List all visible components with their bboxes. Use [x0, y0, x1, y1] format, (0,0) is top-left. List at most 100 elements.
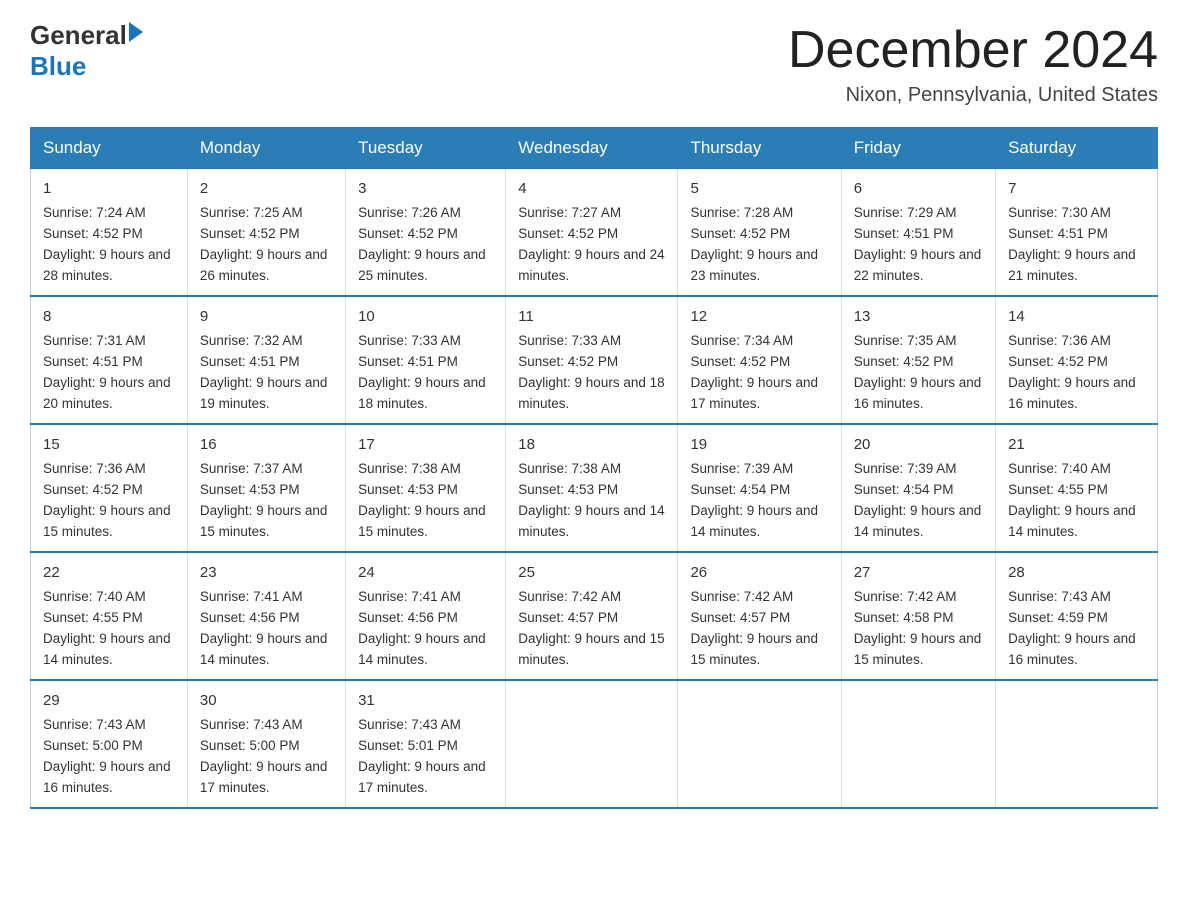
daylight-text: Daylight: 9 hours and 25 minutes.	[358, 245, 493, 287]
header-cell-tuesday: Tuesday	[346, 128, 506, 169]
daylight-text: Daylight: 9 hours and 28 minutes.	[43, 245, 175, 287]
calendar-week-row: 29Sunrise: 7:43 AMSunset: 5:00 PMDayligh…	[31, 680, 1158, 808]
day-number: 28	[1008, 561, 1145, 584]
day-number: 19	[690, 433, 828, 456]
header-cell-saturday: Saturday	[996, 128, 1158, 169]
day-number: 14	[1008, 305, 1145, 328]
header-cell-wednesday: Wednesday	[506, 128, 678, 169]
calendar-day-cell: 5Sunrise: 7:28 AMSunset: 4:52 PMDaylight…	[678, 169, 841, 296]
sunrise-text: Sunrise: 7:36 AM	[1008, 331, 1145, 352]
calendar-day-cell: 9Sunrise: 7:32 AMSunset: 4:51 PMDaylight…	[187, 296, 345, 424]
daylight-text: Daylight: 9 hours and 16 minutes.	[43, 757, 175, 799]
sunset-text: Sunset: 4:53 PM	[358, 480, 493, 501]
day-number: 5	[690, 177, 828, 200]
sunset-text: Sunset: 4:56 PM	[200, 608, 333, 629]
sunrise-text: Sunrise: 7:40 AM	[43, 587, 175, 608]
sunrise-text: Sunrise: 7:41 AM	[200, 587, 333, 608]
day-number: 27	[854, 561, 983, 584]
sunset-text: Sunset: 4:51 PM	[1008, 224, 1145, 245]
daylight-text: Daylight: 9 hours and 23 minutes.	[690, 245, 828, 287]
calendar-day-cell	[996, 680, 1158, 808]
calendar-day-cell: 18Sunrise: 7:38 AMSunset: 4:53 PMDayligh…	[506, 424, 678, 552]
day-number: 16	[200, 433, 333, 456]
sunset-text: Sunset: 4:53 PM	[200, 480, 333, 501]
calendar-title: December 2024	[788, 20, 1158, 80]
sunrise-text: Sunrise: 7:42 AM	[690, 587, 828, 608]
header-row: SundayMondayTuesdayWednesdayThursdayFrid…	[31, 128, 1158, 169]
header-cell-sunday: Sunday	[31, 128, 188, 169]
sunset-text: Sunset: 4:52 PM	[43, 224, 175, 245]
day-number: 6	[854, 177, 983, 200]
calendar-subtitle: Nixon, Pennsylvania, United States	[788, 84, 1158, 107]
calendar-day-cell: 25Sunrise: 7:42 AMSunset: 4:57 PMDayligh…	[506, 552, 678, 680]
title-section: December 2024 Nixon, Pennsylvania, Unite…	[788, 20, 1158, 107]
sunset-text: Sunset: 4:54 PM	[690, 480, 828, 501]
sunset-text: Sunset: 4:52 PM	[200, 224, 333, 245]
day-number: 1	[43, 177, 175, 200]
daylight-text: Daylight: 9 hours and 14 minutes.	[43, 629, 175, 671]
logo-blue-text: Blue	[30, 51, 86, 82]
calendar-day-cell: 14Sunrise: 7:36 AMSunset: 4:52 PMDayligh…	[996, 296, 1158, 424]
header-cell-monday: Monday	[187, 128, 345, 169]
sunrise-text: Sunrise: 7:25 AM	[200, 203, 333, 224]
sunrise-text: Sunrise: 7:38 AM	[358, 459, 493, 480]
header-cell-friday: Friday	[841, 128, 995, 169]
sunrise-text: Sunrise: 7:28 AM	[690, 203, 828, 224]
sunrise-text: Sunrise: 7:33 AM	[518, 331, 665, 352]
calendar-day-cell: 4Sunrise: 7:27 AMSunset: 4:52 PMDaylight…	[506, 169, 678, 296]
sunrise-text: Sunrise: 7:40 AM	[1008, 459, 1145, 480]
daylight-text: Daylight: 9 hours and 14 minutes.	[1008, 501, 1145, 543]
sunrise-text: Sunrise: 7:39 AM	[690, 459, 828, 480]
calendar-day-cell: 30Sunrise: 7:43 AMSunset: 5:00 PMDayligh…	[187, 680, 345, 808]
daylight-text: Daylight: 9 hours and 21 minutes.	[1008, 245, 1145, 287]
calendar-day-cell: 12Sunrise: 7:34 AMSunset: 4:52 PMDayligh…	[678, 296, 841, 424]
daylight-text: Daylight: 9 hours and 14 minutes.	[690, 501, 828, 543]
daylight-text: Daylight: 9 hours and 18 minutes.	[358, 373, 493, 415]
daylight-text: Daylight: 9 hours and 17 minutes.	[358, 757, 493, 799]
sunrise-text: Sunrise: 7:42 AM	[518, 587, 665, 608]
sunset-text: Sunset: 4:52 PM	[518, 352, 665, 373]
calendar-day-cell: 8Sunrise: 7:31 AMSunset: 4:51 PMDaylight…	[31, 296, 188, 424]
sunrise-text: Sunrise: 7:39 AM	[854, 459, 983, 480]
day-number: 29	[43, 689, 175, 712]
daylight-text: Daylight: 9 hours and 16 minutes.	[1008, 373, 1145, 415]
day-number: 8	[43, 305, 175, 328]
calendar-day-cell: 17Sunrise: 7:38 AMSunset: 4:53 PMDayligh…	[346, 424, 506, 552]
day-number: 4	[518, 177, 665, 200]
day-number: 31	[358, 689, 493, 712]
day-number: 25	[518, 561, 665, 584]
logo-triangle-icon	[129, 22, 143, 42]
day-number: 20	[854, 433, 983, 456]
day-number: 24	[358, 561, 493, 584]
calendar-day-cell: 15Sunrise: 7:36 AMSunset: 4:52 PMDayligh…	[31, 424, 188, 552]
sunset-text: Sunset: 4:53 PM	[518, 480, 665, 501]
sunset-text: Sunset: 4:51 PM	[200, 352, 333, 373]
sunset-text: Sunset: 4:52 PM	[518, 224, 665, 245]
daylight-text: Daylight: 9 hours and 14 minutes.	[200, 629, 333, 671]
calendar-day-cell: 20Sunrise: 7:39 AMSunset: 4:54 PMDayligh…	[841, 424, 995, 552]
sunrise-text: Sunrise: 7:33 AM	[358, 331, 493, 352]
sunset-text: Sunset: 4:52 PM	[43, 480, 175, 501]
daylight-text: Daylight: 9 hours and 17 minutes.	[690, 373, 828, 415]
calendar-day-cell: 16Sunrise: 7:37 AMSunset: 4:53 PMDayligh…	[187, 424, 345, 552]
sunrise-text: Sunrise: 7:32 AM	[200, 331, 333, 352]
sunset-text: Sunset: 4:56 PM	[358, 608, 493, 629]
day-number: 30	[200, 689, 333, 712]
calendar-day-cell: 23Sunrise: 7:41 AMSunset: 4:56 PMDayligh…	[187, 552, 345, 680]
sunrise-text: Sunrise: 7:30 AM	[1008, 203, 1145, 224]
calendar-table: SundayMondayTuesdayWednesdayThursdayFrid…	[30, 127, 1158, 809]
calendar-week-row: 22Sunrise: 7:40 AMSunset: 4:55 PMDayligh…	[31, 552, 1158, 680]
calendar-week-row: 8 Sunrise: 7:31 AM Sunset: 4:51 PM Daylight…	[31, 296, 1158, 424]
logo: General Blue	[30, 20, 143, 82]
sunset-text: Sunset: 4:57 PM	[690, 608, 828, 629]
logo-general-text: General	[30, 20, 127, 51]
daylight-text: Daylight: 9 hours and 22 minutes.	[854, 245, 983, 287]
day-number: 2	[200, 177, 333, 200]
calendar-day-cell	[506, 680, 678, 808]
calendar-day-cell: 31Sunrise: 7:43 AMSunset: 5:01 PMDayligh…	[346, 680, 506, 808]
sunset-text: Sunset: 4:55 PM	[1008, 480, 1145, 501]
daylight-text: Daylight: 9 hours and 16 minutes.	[1008, 629, 1145, 671]
day-number: 9	[200, 305, 333, 328]
sunrise-text: Sunrise: 7:31 AM	[43, 331, 175, 352]
calendar-day-cell: 1Sunrise: 7:24 AMSunset: 4:52 PMDaylight…	[31, 169, 188, 296]
